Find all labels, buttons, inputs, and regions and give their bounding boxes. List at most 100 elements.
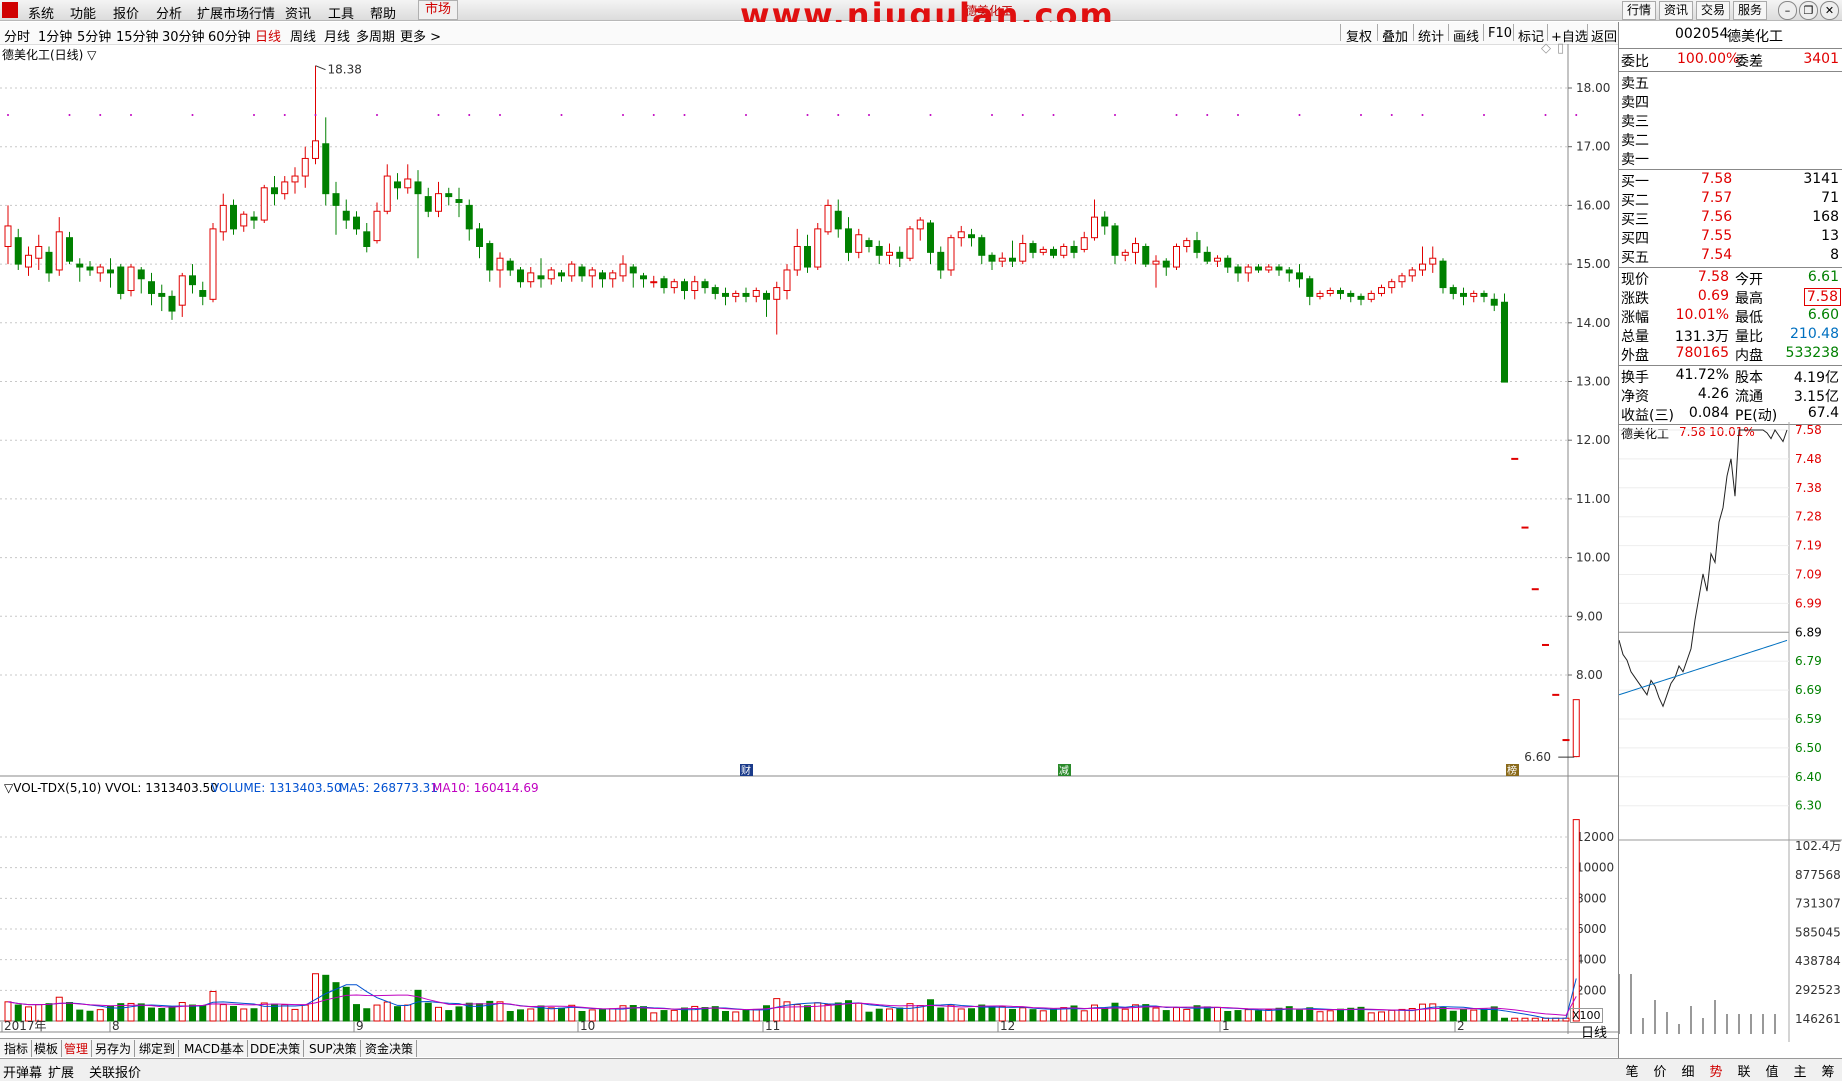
period-more[interactable]: 更多 > <box>400 26 441 45</box>
volume-bar <box>1296 1009 1303 1022</box>
right-tab-4[interactable]: 联 <box>1730 1061 1758 1080</box>
volume-bar <box>937 1007 945 1022</box>
candle-body <box>342 210 350 221</box>
tab-macd[interactable]: MACD基本 <box>181 1040 248 1057</box>
right-tab-3[interactable]: 势 <box>1702 1061 1730 1080</box>
stock-header[interactable]: 002054 德美化工 <box>1619 26 1842 45</box>
period-monthly[interactable]: 月线 <box>324 26 350 45</box>
period-multi[interactable]: 多周期 <box>356 26 395 45</box>
top-service-button[interactable]: 服务 <box>1733 1 1768 20</box>
diamond-icon[interactable]: ◇ <box>1541 41 1551 56</box>
menu-extended-market[interactable]: 扩展市场行情 <box>197 3 275 22</box>
extend-button[interactable]: 扩展 <box>48 1062 74 1081</box>
buy-1-row[interactable]: 买一 7.58 3141 <box>1619 171 1842 190</box>
volume-bar <box>547 1007 555 1022</box>
tab-indicator[interactable]: 指标 <box>1 1040 33 1057</box>
period-30min[interactable]: 30分钟 <box>162 26 205 45</box>
menu-news[interactable]: 资讯 <box>285 3 311 22</box>
menu-function[interactable]: 功能 <box>70 3 96 22</box>
volume-bar <box>1183 1008 1191 1022</box>
related-quote-button[interactable]: 关联报价 <box>89 1062 141 1081</box>
buy-2-row[interactable]: 买二 7.57 71 <box>1619 190 1842 209</box>
app-logo-icon[interactable] <box>2 2 18 18</box>
candle-body <box>1265 266 1273 271</box>
period-tick[interactable]: 分时 <box>4 26 30 45</box>
sell-3-row[interactable]: 卖三 <box>1619 111 1842 130</box>
candle-body <box>1521 526 1529 529</box>
sell-1-row[interactable]: 卖一 <box>1619 149 1842 168</box>
volume-bar <box>814 1002 822 1022</box>
f10-button[interactable]: F10 <box>1488 26 1512 41</box>
right-tab-6[interactable]: 主 <box>1786 1061 1814 1080</box>
statistics-button[interactable]: 统计 <box>1418 26 1444 45</box>
candle-body <box>35 245 43 259</box>
mini-chart-svg[interactable]: 7.58 7.48 7.38 7.28 7.19 7.09 6.99 6.89 6.79 6.69… <box>1618 422 1842 1042</box>
right-tab-5[interactable]: 值 <box>1758 1061 1786 1080</box>
menu-analysis[interactable]: 分析 <box>156 3 182 22</box>
tab-template[interactable]: 模板 <box>31 1040 63 1057</box>
adjust-button[interactable]: 复权 <box>1346 26 1372 45</box>
overlay-button[interactable]: 叠加 <box>1382 26 1408 45</box>
kline-chart-svg[interactable]: 18.0017.0016.0015.0014.0013.0012.0011.00… <box>0 44 1618 1034</box>
top-trade-button[interactable]: 交易 <box>1696 1 1731 20</box>
danmaku-toggle[interactable]: 开弹幕 <box>3 1062 42 1081</box>
draw-line-button[interactable]: 画线 <box>1453 26 1479 45</box>
top-quote-button[interactable]: 行情 <box>1622 1 1657 20</box>
tab-save-as[interactable]: 另存为 <box>92 1040 136 1057</box>
menu-market[interactable]: 市场 <box>418 0 459 20</box>
time-tick-label: 11 <box>765 1019 780 1033</box>
sell-5-label: 卖五 <box>1621 76 1649 92</box>
kline-chart-area[interactable]: 18.00 17.00 16.00 15.00 14.00 13.00 12.00 11.00… <box>0 41 1618 1053</box>
right-tab-0[interactable]: 笔 <box>1618 1061 1646 1080</box>
buy-4-row[interactable]: 买四 7.55 13 <box>1619 228 1842 247</box>
period-weekly[interactable]: 周线 <box>290 26 316 45</box>
volume-indicator-name[interactable]: ▽VOL-TDX(5,10) VVOL: 1313403.50 <box>4 781 218 795</box>
period-daily[interactable]: 日线 <box>255 26 281 45</box>
tab-dde[interactable]: DDE决策 <box>247 1040 305 1057</box>
period-60min[interactable]: 60分钟 <box>208 26 251 45</box>
menu-help[interactable]: 帮助 <box>370 3 396 22</box>
tab-sup[interactable]: SUP决策 <box>306 1040 361 1057</box>
period-1min[interactable]: 1分钟 <box>38 26 72 45</box>
restore-icon[interactable]: ❐ <box>1799 1 1818 20</box>
price-tick-label: 16.00 <box>1576 198 1610 212</box>
right-tab-2[interactable]: 细 <box>1674 1061 1702 1080</box>
high-marker-line <box>315 65 326 71</box>
top-news-button[interactable]: 资讯 <box>1659 1 1694 20</box>
stock-chart-label[interactable]: 德美化工(日线) ▽ <box>2 46 96 63</box>
sell-2-row[interactable]: 卖二 <box>1619 130 1842 149</box>
candle-body <box>1009 257 1016 262</box>
buy-5-row[interactable]: 买五 7.54 8 <box>1619 247 1842 266</box>
right-tab-7[interactable]: 筹 <box>1814 1061 1842 1080</box>
buy-3-row[interactable]: 买三 7.56 168 <box>1619 209 1842 228</box>
volume-bar <box>168 1006 176 1022</box>
candle-body <box>4 225 12 247</box>
right-tab-1[interactable]: 价 <box>1646 1061 1674 1080</box>
candle-body <box>25 254 32 268</box>
mini-intraday-chart[interactable]: 7.58 7.48 7.38 7.28 7.19 7.09 6.99 6.89 6.79 6.69… <box>1618 422 1842 1042</box>
volume-bar <box>55 996 63 1022</box>
period-15min[interactable]: 15分钟 <box>116 26 159 45</box>
signal-dot <box>991 114 993 116</box>
volume-bar <box>250 1008 258 1022</box>
minimize-icon[interactable]: – <box>1778 1 1797 20</box>
tab-fund[interactable]: 资金决策 <box>362 1040 418 1057</box>
menu-tools[interactable]: 工具 <box>328 3 354 22</box>
menu-quote[interactable]: 报价 <box>113 3 139 22</box>
candle-body <box>814 228 822 268</box>
tab-bind-to[interactable]: 绑定到 <box>136 1040 180 1057</box>
close-icon[interactable]: ✕ <box>1820 1 1839 20</box>
menu-system[interactable]: 系统 <box>28 3 54 22</box>
candle-body <box>1019 243 1027 262</box>
period-5min[interactable]: 5分钟 <box>77 26 111 45</box>
sell-4-row[interactable]: 卖四 <box>1619 92 1842 111</box>
candle-body <box>424 196 432 212</box>
tab-manage[interactable]: 管理 <box>61 1040 93 1057</box>
candle-body <box>1296 272 1303 280</box>
candle-body <box>1347 292 1355 297</box>
window-icon[interactable]: ▯ <box>1557 41 1564 56</box>
volume-bar <box>517 1009 524 1022</box>
sell-5-row[interactable]: 卖五 <box>1619 73 1842 92</box>
back-button[interactable]: 返回 <box>1591 26 1617 45</box>
candle-body <box>1542 643 1549 646</box>
